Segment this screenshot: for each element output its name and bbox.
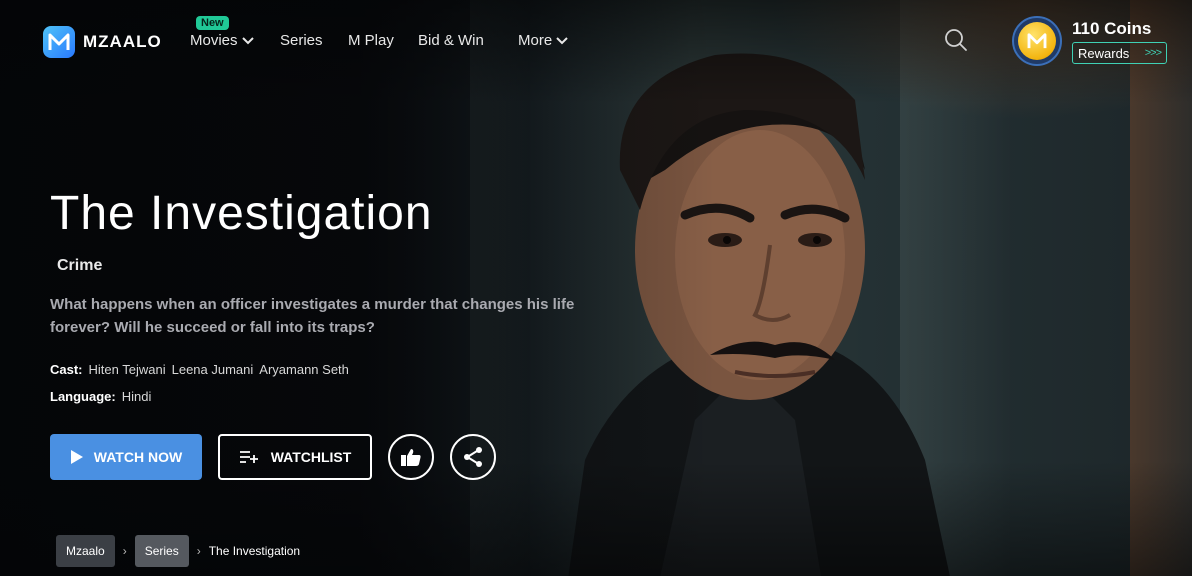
search-icon[interactable] <box>944 28 968 52</box>
nav-item-more[interactable]: More <box>518 32 568 49</box>
chevron-down-icon <box>241 36 254 44</box>
new-badge: New <box>196 16 229 30</box>
nav-item-label: Movies <box>190 32 238 49</box>
share-icon <box>464 447 482 467</box>
top-navigation-bar: MZAALO Movies Series M Play Bid & Win Mo… <box>0 0 1192 82</box>
coins-balance: 110 Coins <box>1072 19 1152 38</box>
main-nav: Movies Series M Play Bid & Win More <box>190 32 568 49</box>
show-description: What happens when an officer investigate… <box>50 296 575 336</box>
cast-member[interactable]: Aryamann Seth <box>259 362 349 377</box>
watch-now-label: WATCH NOW <box>93 449 183 465</box>
cast-label: Cast: <box>50 362 83 377</box>
nav-item-label: M Play <box>348 32 394 49</box>
thumbs-up-icon <box>401 449 421 466</box>
breadcrumb-current: The Investigation <box>208 544 301 558</box>
genre-label: Crime <box>57 257 103 274</box>
language-value: Hindi <box>121 389 152 404</box>
breadcrumb-series[interactable]: Series <box>134 535 189 567</box>
rewards-label: Rewards <box>1078 45 1130 61</box>
nav-item-bid-and-win[interactable]: Bid & Win <box>418 32 518 49</box>
watchlist-button[interactable]: WATCHLIST <box>218 434 372 480</box>
watch-now-button[interactable]: WATCH NOW <box>50 434 202 480</box>
cast-row: Cast: Hiten Tejwani Leena Jumani Aryaman… <box>50 362 349 377</box>
rewards-button[interactable]: Rewards >>> <box>1072 42 1167 64</box>
nav-item-series[interactable]: Series <box>280 32 348 49</box>
watchlist-label: WATCHLIST <box>270 449 352 465</box>
nav-item-label: Bid & Win <box>418 32 484 49</box>
play-icon <box>70 450 83 464</box>
share-button[interactable] <box>450 434 496 480</box>
chevron-down-icon <box>556 36 568 44</box>
language-row: Language: Hindi <box>50 389 151 404</box>
nav-item-label: Series <box>280 32 323 49</box>
chevron-right-icon: › <box>196 544 201 558</box>
breadcrumb-home[interactable]: Mzaalo <box>56 535 115 567</box>
cast-member[interactable]: Leena Jumani <box>172 362 254 377</box>
cast-member[interactable]: Hiten Tejwani <box>89 362 166 377</box>
playlist-add-icon <box>239 451 258 463</box>
like-button[interactable] <box>388 434 434 480</box>
hero-gradient-overlay <box>0 0 1192 576</box>
triple-chevron-right-icon: >>> <box>1144 47 1162 59</box>
hero-background <box>0 0 1192 576</box>
show-title: The Investigation <box>50 187 433 240</box>
coin-avatar[interactable] <box>1012 16 1062 66</box>
nav-item-movies[interactable]: Movies <box>190 32 280 49</box>
chevron-right-icon: › <box>122 544 127 558</box>
nav-item-label: More <box>518 32 553 49</box>
mzaalo-logo-icon <box>43 26 75 58</box>
gold-coin-icon <box>1018 22 1056 60</box>
breadcrumb: Mzaalo › Series › The Investigation <box>56 535 300 567</box>
nav-item-m-play[interactable]: M Play <box>348 32 418 49</box>
logo-text: MZAALO <box>83 32 162 51</box>
language-label: Language: <box>50 389 116 404</box>
mzaalo-logo[interactable]: MZAALO <box>43 26 162 58</box>
